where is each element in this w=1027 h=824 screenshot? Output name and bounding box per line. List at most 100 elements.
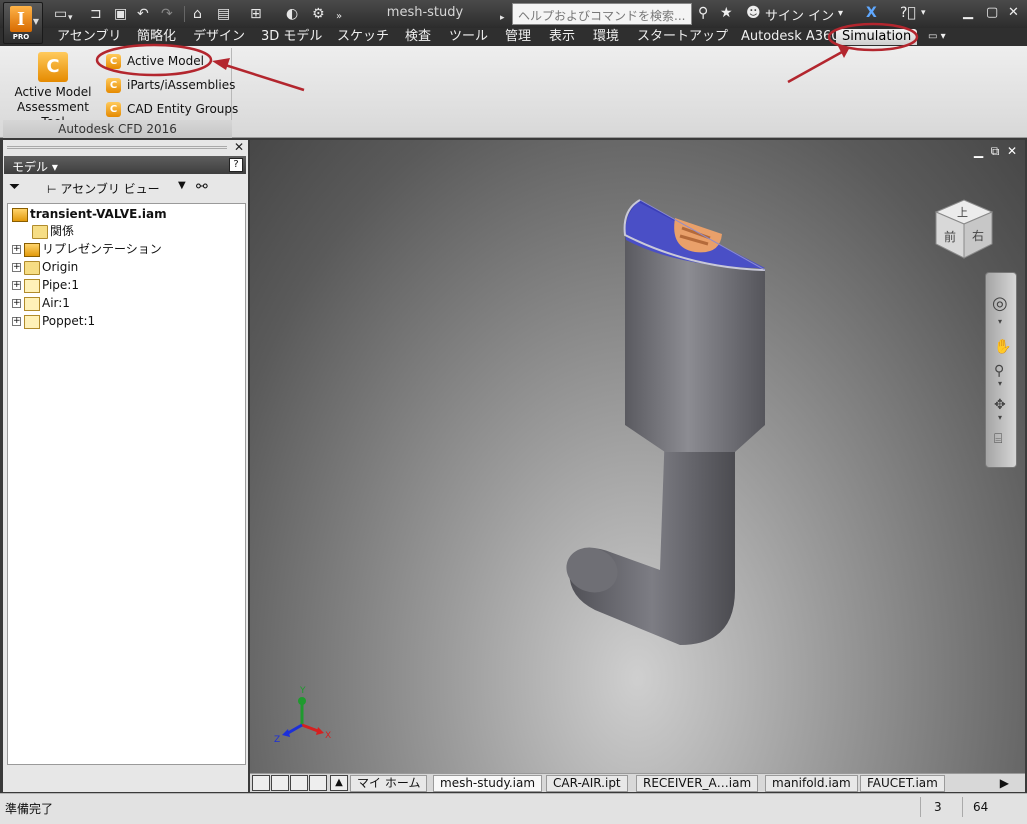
appearance-icon[interactable]: ◐ [286, 5, 298, 23]
chevron-down-icon[interactable]: ▼ [178, 180, 186, 191]
tile-icon[interactable] [271, 775, 289, 791]
cascade-icon[interactable] [252, 775, 270, 791]
maximize-icon[interactable]: ▢ [986, 5, 998, 20]
tree-node-pipe[interactable]: + Pipe:1 [12, 276, 79, 294]
update-icon[interactable]: ▤ [217, 5, 230, 23]
filter-icon[interactable]: ⏷ [9, 179, 20, 195]
viewcube-top-label: 上 [957, 206, 968, 219]
axis-y-label: Y [299, 686, 306, 696]
tab-design[interactable]: デザイン [193, 29, 245, 45]
tree-node-origin[interactable]: + Origin [12, 258, 78, 276]
tab-sketch[interactable]: スケッチ [337, 29, 389, 45]
active-model-button[interactable]: C Active Model [106, 54, 204, 69]
tab-getstarted[interactable]: スタートアップ [637, 29, 728, 45]
tab-simplify[interactable]: 簡略化 [137, 29, 176, 45]
tab-menu-icon[interactable]: ▲ [330, 775, 348, 791]
tab-inspect[interactable]: 検査 [405, 29, 431, 45]
folder-icon [24, 260, 40, 275]
steering-wheel-icon[interactable]: ◎ [992, 293, 1008, 314]
tree-node-air[interactable]: + Air:1 [12, 294, 70, 312]
status-bar: 準備完了 3 64 [0, 793, 1027, 824]
settings-icon[interactable]: ⚙ [312, 5, 325, 23]
home-icon[interactable]: ⌂ [193, 5, 202, 23]
browser-grip[interactable]: ✕ [3, 140, 248, 154]
close-window-icon[interactable]: ✕ [1008, 5, 1019, 20]
undo-icon[interactable]: ↶ [137, 5, 149, 23]
chevron-down-icon[interactable]: ▾ [998, 317, 1002, 326]
redo-icon[interactable]: ↷ [161, 5, 173, 23]
tree-node-relationships[interactable]: 関係 [32, 222, 74, 240]
expand-icon[interactable]: + [12, 245, 21, 254]
minimize-icon[interactable]: ▁ [963, 5, 973, 20]
exchange-icon[interactable]: X [866, 5, 877, 21]
tile-horizontal-icon[interactable] [290, 775, 308, 791]
close-icon[interactable]: ✕ [234, 140, 244, 154]
search-expand-icon[interactable]: ▸ [500, 9, 505, 27]
tree-view-icon: ⊢ [47, 183, 57, 196]
tab-environments[interactable]: 環境 [593, 29, 619, 45]
tree-node-poppet[interactable]: + Poppet:1 [12, 312, 95, 330]
doc-tab-car-air[interactable]: CAR-AIR.ipt [546, 775, 628, 792]
reducer-cone [625, 425, 765, 452]
iparts-iassemblies-button[interactable]: CiParts/iAssemblies [106, 78, 235, 93]
open-icon[interactable]: ⊐ [90, 5, 102, 23]
signin-button[interactable]: サイン イン [765, 5, 834, 24]
inventor-logo-icon: I [10, 6, 32, 32]
user-icon[interactable]: ☻ [746, 5, 761, 21]
new-dropdown-icon[interactable]: ▾ [68, 9, 73, 27]
tab-tools[interactable]: ツール [449, 29, 488, 45]
doc-tab-my-home[interactable]: マイ ホーム [350, 775, 428, 792]
tree-node-root[interactable]: transient-VALVE.iam [12, 205, 167, 223]
pro-badge: PRO [12, 33, 30, 41]
tab-simulation[interactable]: Simulation [836, 29, 918, 45]
expand-icon[interactable]: + [12, 317, 21, 326]
application-menu-button[interactable]: I PRO ▼ [3, 2, 43, 44]
graphics-viewport[interactable]: ▁ ⧉ ✕ Y X Z 上 前 右 ◎ ▾ ✋ ⚲ ▾ ✥ ▾ ⌸ [250, 140, 1025, 773]
help-search-input[interactable]: ヘルプおよびコマンドを検索... [512, 3, 692, 25]
help-dropdown-icon[interactable]: ▾ [921, 8, 926, 18]
binoculars-icon[interactable]: ⚯ [196, 179, 208, 195]
doc-tab-faucet[interactable]: FAUCET.iam [860, 775, 945, 792]
search-binoculars-icon[interactable]: ⚲ [698, 5, 708, 21]
expand-icon[interactable]: + [12, 263, 21, 272]
tab-view[interactable]: 表示 [549, 29, 575, 45]
ribbon-display-toggle-icon[interactable]: ▭ ▾ [928, 29, 946, 45]
tab-3d-model[interactable]: 3D モデル [261, 29, 322, 45]
tab-manage[interactable]: 管理 [505, 29, 531, 45]
navigation-bar: ◎ ▾ ✋ ⚲ ▾ ✥ ▾ ⌸ [985, 272, 1017, 468]
tab-assembly[interactable]: アセンブリ [57, 29, 121, 45]
doc-tab-receiver[interactable]: RECEIVER_A…iam [636, 775, 759, 792]
expand-icon[interactable]: + [12, 281, 21, 290]
expand-icon[interactable]: + [12, 299, 21, 308]
chevron-down-icon[interactable]: ▾ [998, 413, 1002, 422]
more-icon[interactable]: » [336, 8, 342, 26]
viewcube[interactable]: 上 前 右 [930, 194, 1000, 262]
doc-tab-manifold[interactable]: manifold.iam [765, 775, 858, 792]
tile-vertical-icon[interactable] [309, 775, 327, 791]
browser-title[interactable]: モデル ▾ [12, 158, 58, 175]
assembly-view-select[interactable]: ⊢ アセンブリ ビュー [47, 180, 160, 197]
signin-dropdown-icon[interactable]: ▾ [838, 8, 843, 19]
help-icon[interactable]: ? [229, 158, 243, 172]
pan-icon[interactable]: ✋ [994, 339, 1011, 355]
viewcube-front-label: 前 [944, 229, 956, 244]
scroll-right-icon[interactable]: ▶ [1000, 776, 1009, 790]
orbit-icon[interactable]: ✥ [994, 397, 1006, 413]
zoom-icon[interactable]: ⚲ [994, 363, 1004, 379]
cad-entity-groups-button[interactable]: C CAD Entity Groups [106, 102, 238, 117]
doc-tab-mesh-study[interactable]: mesh-study.iam [433, 775, 543, 792]
browser-header[interactable]: モデル ▾ ? [4, 156, 246, 174]
save-icon[interactable]: ▣ [114, 5, 127, 23]
model-tree[interactable]: transient-VALVE.iam 関係 + リプレゼンテーション + Orig… [7, 203, 246, 765]
favorites-star-icon[interactable]: ★ [720, 5, 733, 21]
model-browser: ✕ モデル ▾ ? ⏷ ⊢ アセンブリ ビュー ▼ ⚯ transient-VA… [3, 140, 248, 792]
help-icon[interactable]: ?⃝ [900, 5, 916, 21]
select-icon[interactable]: ⊞ [250, 5, 262, 23]
new-file-icon[interactable]: ▭ [54, 5, 67, 23]
active-model-assessment-button[interactable]: C Active Model Assessment Tool [5, 52, 101, 130]
tree-node-representations[interactable]: + リプレゼンテーション [12, 240, 162, 258]
cfd-icon: C [106, 54, 121, 69]
chevron-down-icon[interactable]: ▾ [998, 379, 1002, 388]
look-at-icon[interactable]: ⌸ [994, 431, 1002, 447]
tab-autodesk-a360[interactable]: Autodesk A360 [741, 29, 840, 45]
